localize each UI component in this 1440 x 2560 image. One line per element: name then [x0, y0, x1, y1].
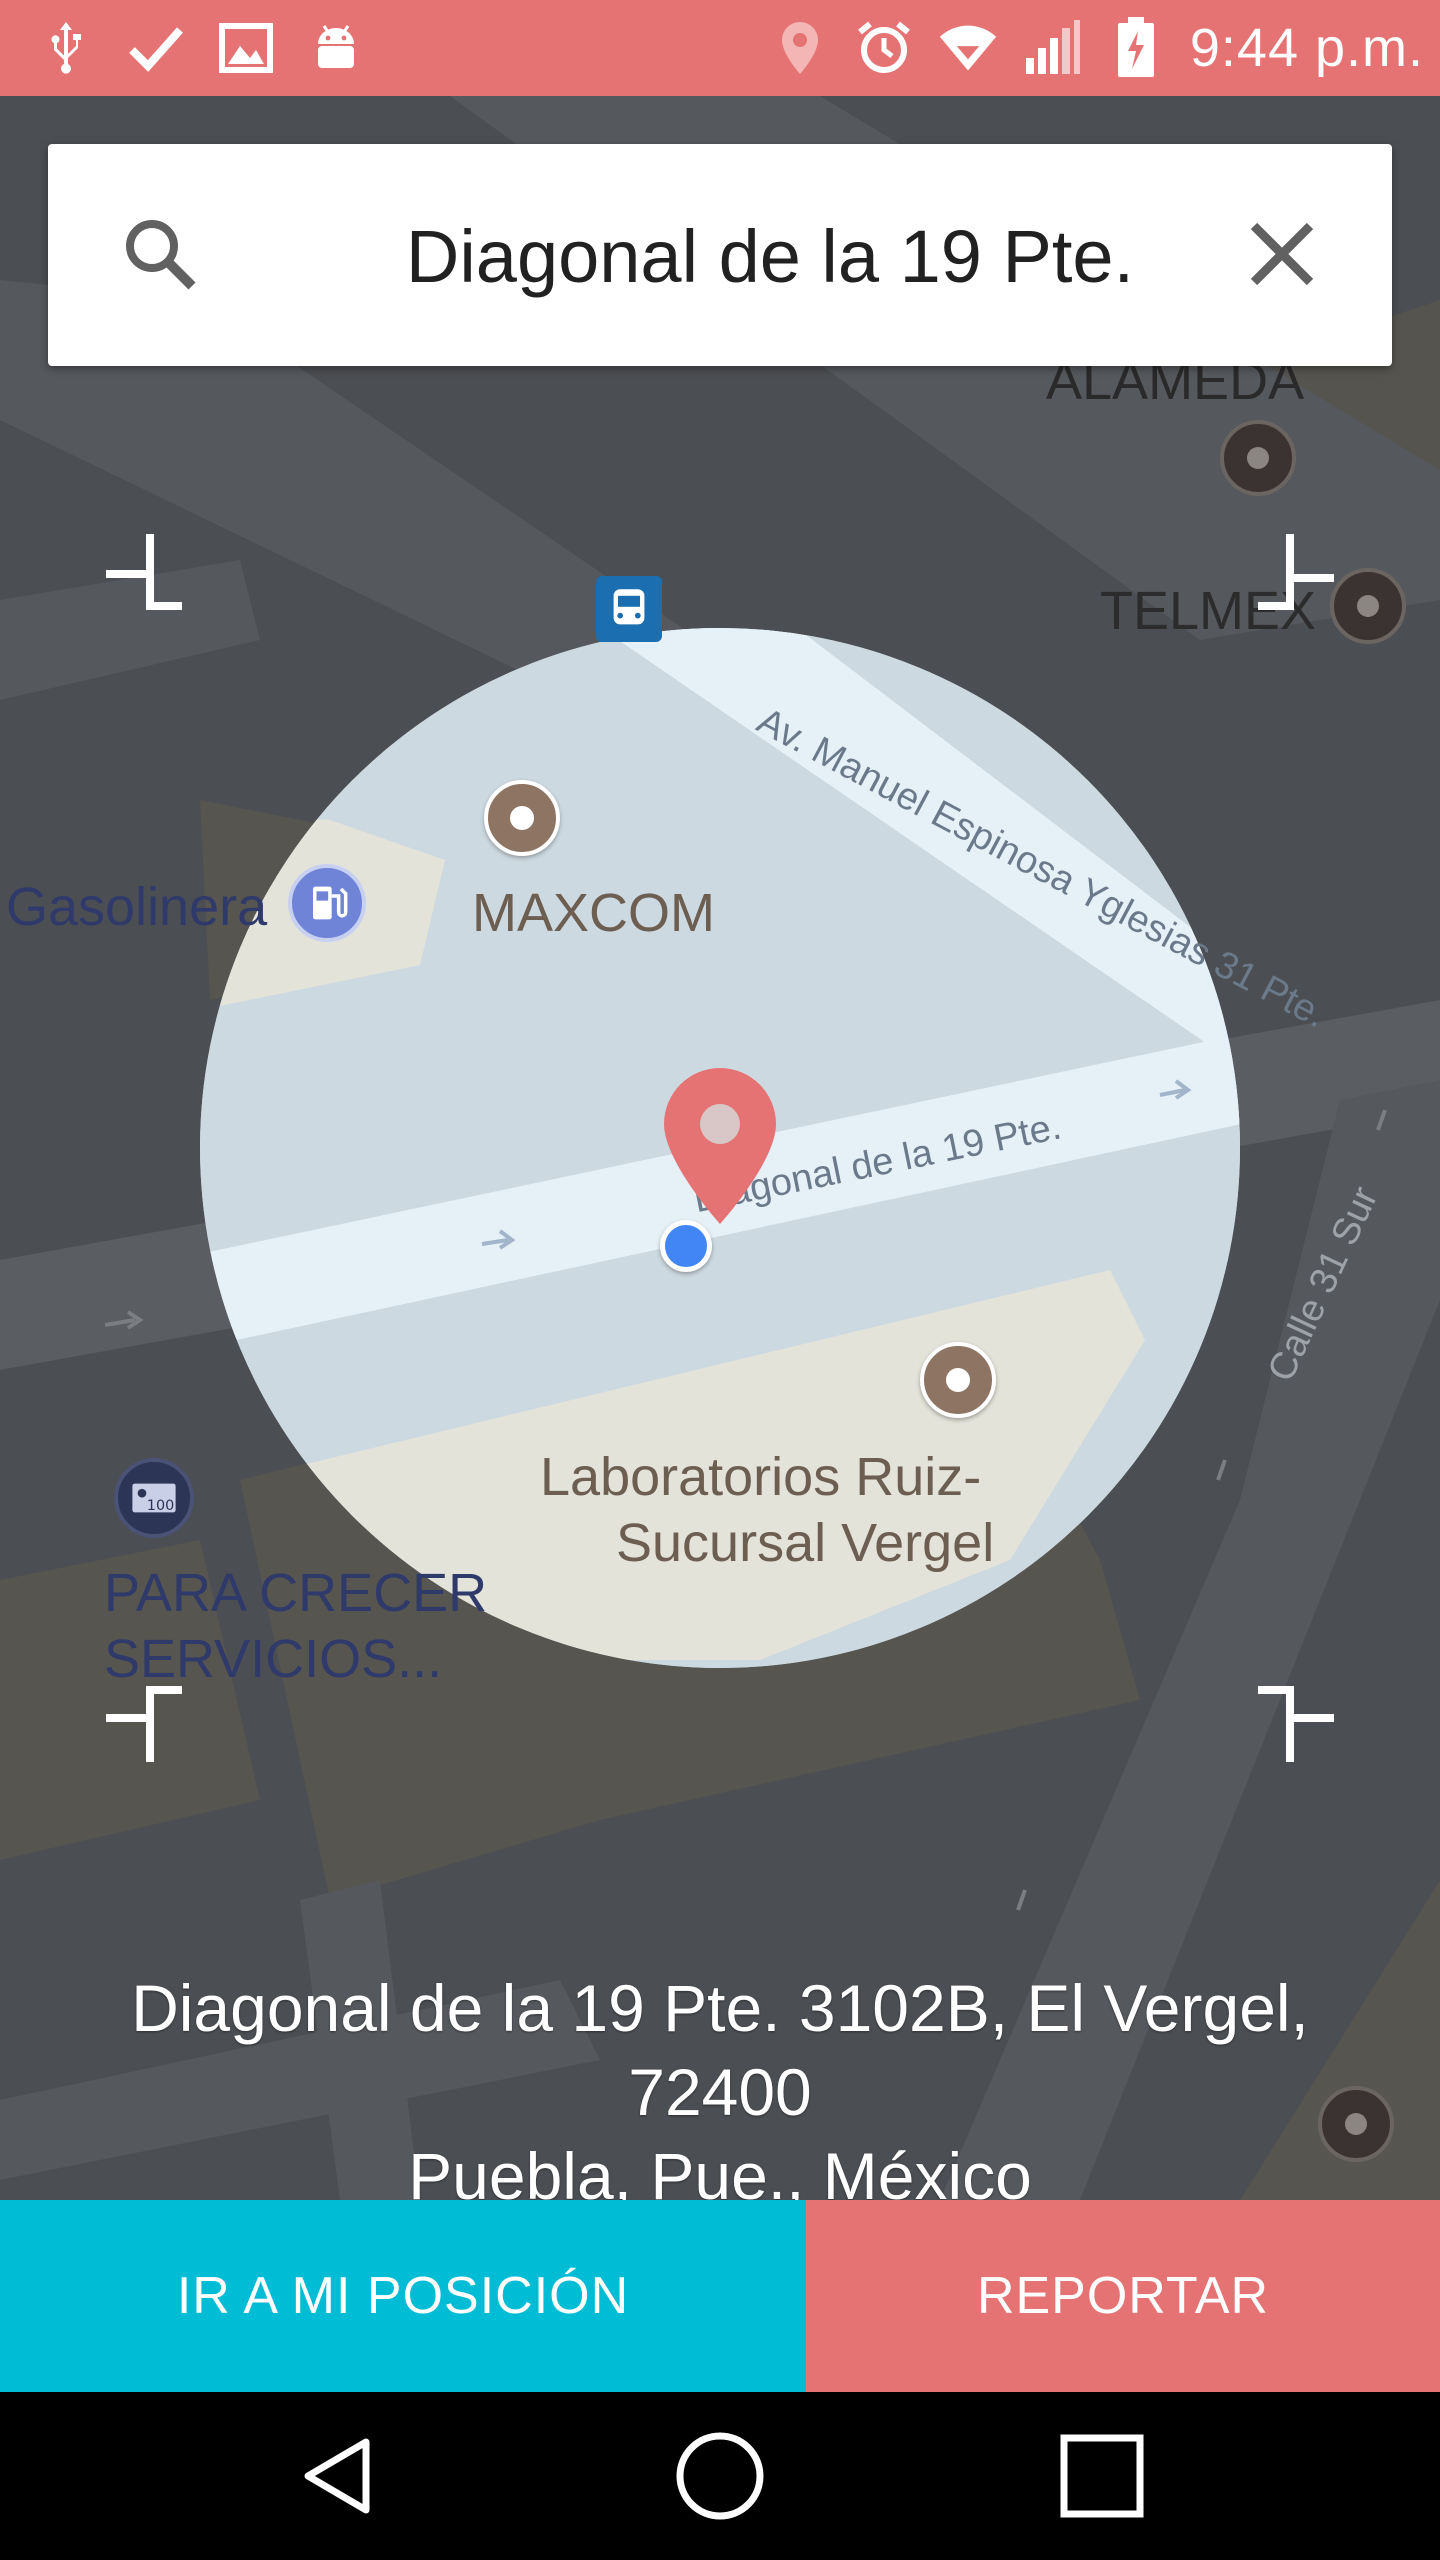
- map-label-para-crecer-line2: SERVICIOS...: [104, 1629, 443, 1689]
- map-label-para-crecer-line1: PARA CRECER: [104, 1563, 488, 1623]
- map-label-laboratorios-line2: Sucursal Vergel: [616, 1513, 995, 1573]
- poi-telmex-icon[interactable]: [1330, 568, 1406, 644]
- current-location-dot: [660, 1220, 712, 1272]
- clear-search-icon[interactable]: [1242, 214, 1322, 294]
- poi-alameda-icon[interactable]: [1220, 420, 1296, 496]
- check-icon: [126, 18, 186, 78]
- battery-charging-icon: [1106, 17, 1166, 78]
- go-to-my-position-button[interactable]: IR A MI POSICIÓN: [0, 2200, 806, 2392]
- status-bar: 9:44 p.m.: [0, 0, 1440, 96]
- android-icon: [306, 18, 366, 78]
- map-label-gasolinera: Gasolinera: [6, 877, 268, 937]
- image-icon: [216, 18, 276, 78]
- corner-bracket-top-right-icon: [1258, 534, 1334, 610]
- location-pin-icon[interactable]: [662, 1066, 778, 1226]
- poi-laboratorios-icon[interactable]: [920, 1342, 996, 1418]
- home-icon[interactable]: [670, 2426, 770, 2526]
- alarm-icon: [854, 18, 914, 78]
- usb-icon: [36, 18, 96, 78]
- map-label-maxcom: MAXCOM: [472, 883, 715, 943]
- svg-text:100: 100: [147, 1498, 174, 1514]
- corner-bracket-bottom-right-icon: [1258, 1686, 1334, 1762]
- clock-time: 9:44 p.m.: [1189, 18, 1424, 78]
- gas-station-icon[interactable]: [288, 864, 366, 942]
- atm-icon[interactable]: 100: [114, 1458, 194, 1538]
- location-icon: [770, 18, 830, 78]
- poi-maxcom-icon[interactable]: [484, 780, 560, 856]
- search-icon[interactable]: [120, 214, 200, 294]
- signal-icon: [1022, 18, 1082, 78]
- corner-bracket-top-left-icon: [106, 534, 182, 610]
- search-input[interactable]: [268, 200, 1272, 312]
- report-button[interactable]: REPORTAR: [806, 2200, 1440, 2392]
- bus-stop-icon[interactable]: [596, 576, 662, 642]
- address-text: Diagonal de la 19 Pte. 3102B, El Vergel,…: [40, 1966, 1400, 2218]
- back-icon[interactable]: [290, 2426, 390, 2526]
- map-label-laboratorios-line1: Laboratorios Ruiz-: [540, 1447, 982, 1507]
- search-bar: [48, 144, 1392, 366]
- wifi-icon: [938, 18, 998, 78]
- recents-icon[interactable]: [1052, 2426, 1152, 2526]
- navigation-bar: [0, 2392, 1440, 2560]
- corner-bracket-bottom-left-icon: [106, 1686, 182, 1762]
- address-line-1: Diagonal de la 19 Pte. 3102B, El Vergel,…: [131, 1971, 1309, 2129]
